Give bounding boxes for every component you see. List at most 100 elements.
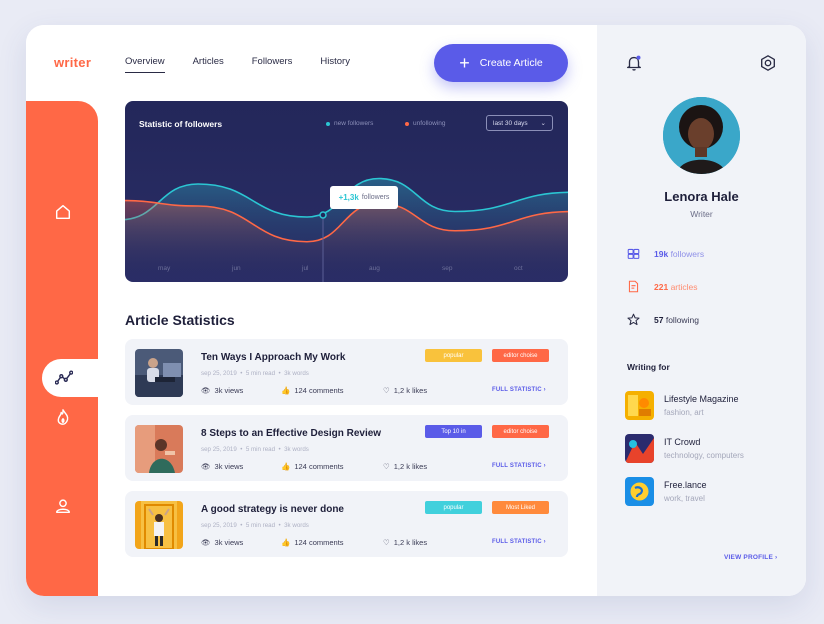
article-card[interactable]: Ten Ways I Approach My Work sep 25, 2019… xyxy=(125,339,568,405)
month-label: jun xyxy=(232,265,241,272)
publication-item[interactable]: Lifestyle Magazine fashion, art xyxy=(625,391,805,421)
highlight-point[interactable] xyxy=(319,211,327,219)
legend-unfollow-label: unfollowing xyxy=(413,120,446,127)
comments-stat: 👍 124 comments xyxy=(281,386,383,395)
trending-icon[interactable] xyxy=(53,367,75,389)
badge-popular: popular xyxy=(425,501,482,514)
following-stat[interactable]: 57 following xyxy=(627,313,699,326)
tab-followers[interactable]: Followers xyxy=(252,56,293,73)
legend-dot-unfollow xyxy=(405,121,409,126)
month-label: may xyxy=(158,265,171,272)
following-label: following xyxy=(665,314,699,325)
thumbs-up-icon: 👍 xyxy=(281,462,291,471)
home-icon[interactable] xyxy=(52,201,74,223)
month-label: jul xyxy=(302,265,309,272)
publication-tags: fashion, art xyxy=(664,408,704,417)
article-date: sep 25, 2019 xyxy=(201,446,237,453)
publication-tags: technology, computers xyxy=(664,451,744,460)
badge-popular: popular xyxy=(425,349,482,362)
article-title[interactable]: Ten Ways I Approach My Work xyxy=(201,352,345,363)
comments-stat: 👍 124 comments xyxy=(281,538,383,547)
badge-top-10: Top 10 in xyxy=(425,425,482,438)
profile-role: Writer xyxy=(690,209,713,219)
article-meta: sep 25, 2019 • 5 min read • 3k words xyxy=(201,370,309,377)
tab-history[interactable]: History xyxy=(320,56,350,73)
badge-editor-choice: editor choise xyxy=(492,425,549,438)
views-stat: 👁 3k views xyxy=(201,538,281,547)
full-statistic-label: FULL STATISTIC xyxy=(492,387,542,393)
create-article-button[interactable]: + Create Article xyxy=(434,44,568,82)
chart-title: Statistic of followers xyxy=(139,119,223,129)
comments-count: 124 comments xyxy=(294,386,344,395)
full-statistic-label: FULL STATISTIC xyxy=(492,463,542,469)
view-profile-link[interactable]: VIEW PROFILE › xyxy=(724,554,777,561)
legend-dot-new xyxy=(326,121,330,126)
user-icon[interactable] xyxy=(52,495,74,517)
app-window: writer Overview Articles Followers Histo… xyxy=(26,25,806,596)
likes-stat: ♡ 1,2 k likes xyxy=(383,462,427,471)
badge-most-liked: Most Liked xyxy=(492,501,549,514)
article-read-time: 5 min read xyxy=(245,446,276,453)
article-title[interactable]: A good strategy is never done xyxy=(201,504,344,515)
likes-count: 1,2 k likes xyxy=(393,462,428,471)
article-words: 3k words xyxy=(284,522,309,529)
badge-editor-choice: editor choise xyxy=(492,349,549,362)
publication-item[interactable]: Free.lance work, travel xyxy=(625,477,805,507)
chevron-down-icon: ⌄ xyxy=(540,120,546,127)
article-meta: sep 25, 2019 • 5 min read • 3k words xyxy=(201,522,309,529)
likes-stat: ♡ 1,2 k likes xyxy=(383,386,427,395)
tooltip-label: followers xyxy=(361,194,390,201)
full-statistic-label: FULL STATISTIC xyxy=(492,539,542,545)
writing-for-title: Writing for xyxy=(627,362,670,372)
create-article-label: Create Article xyxy=(479,57,543,69)
article-thumbnail xyxy=(135,425,183,473)
publication-tags: work, travel xyxy=(664,494,705,503)
heart-icon: ♡ xyxy=(383,386,390,395)
publication-logo xyxy=(625,477,654,506)
legend-new-followers: new followers xyxy=(326,120,373,127)
followers-label: followers xyxy=(670,248,705,259)
full-statistic-link[interactable]: FULL STATISTIC › xyxy=(492,463,546,469)
articles-stat[interactable]: 221 articles xyxy=(627,280,698,293)
bell-icon[interactable] xyxy=(625,54,643,72)
date-range-select[interactable]: last 30 days ⌄ xyxy=(486,115,553,131)
publication-item[interactable]: IT Crowd technology, computers xyxy=(625,434,805,464)
article-date: sep 25, 2019 xyxy=(201,522,237,529)
article-stats: 👁 3k views 👍 124 comments ♡ 1,2 k likes xyxy=(201,462,427,471)
followers-stat[interactable]: 19k followers xyxy=(627,247,704,260)
full-statistic-link[interactable]: FULL STATISTIC › xyxy=(492,539,546,545)
tab-overview[interactable]: Overview xyxy=(125,56,165,73)
article-title[interactable]: 8 Steps to an Effective Design Review xyxy=(201,428,381,439)
full-statistic-link[interactable]: FULL STATISTIC › xyxy=(492,387,546,393)
plus-icon: + xyxy=(459,53,470,73)
chevron-right-icon: › xyxy=(543,387,546,393)
likes-stat: ♡ 1,2 k likes xyxy=(383,538,427,547)
app-logo[interactable]: writer xyxy=(54,55,91,70)
thumbs-up-icon: 👍 xyxy=(281,386,291,395)
article-thumbnail xyxy=(135,501,183,549)
article-read-time: 5 min read xyxy=(245,370,276,377)
article-statistics-title: Article Statistics xyxy=(125,312,235,328)
article-stats: 👁 3k views 👍 124 comments ♡ 1,2 k likes xyxy=(201,386,427,395)
month-label: oct xyxy=(514,265,523,272)
article-thumbnail xyxy=(135,349,183,397)
views-stat: 👁 3k views xyxy=(201,462,281,471)
month-label: sep xyxy=(442,265,453,272)
top-nav: Overview Articles Followers History xyxy=(125,56,378,73)
chevron-right-icon: › xyxy=(543,463,546,469)
article-card[interactable]: A good strategy is never done sep 25, 20… xyxy=(125,491,568,557)
legend-unfollowing: unfollowing xyxy=(405,120,446,127)
profile-panel: Lenora Hale Writer 19k followers 221 art… xyxy=(597,25,806,596)
publication-logo xyxy=(625,434,654,463)
thumbs-up-icon: 👍 xyxy=(281,538,291,547)
flame-icon[interactable] xyxy=(52,406,74,428)
star-icon xyxy=(627,313,640,326)
comments-count: 124 comments xyxy=(294,538,344,547)
heart-icon: ♡ xyxy=(383,538,390,547)
article-card[interactable]: 8 Steps to an Effective Design Review se… xyxy=(125,415,568,481)
eye-icon: 👁 xyxy=(201,462,211,471)
settings-icon[interactable] xyxy=(759,54,777,72)
likes-count: 1,2 k likes xyxy=(393,538,428,547)
articles-label: articles xyxy=(670,281,698,292)
tab-articles[interactable]: Articles xyxy=(193,56,224,73)
